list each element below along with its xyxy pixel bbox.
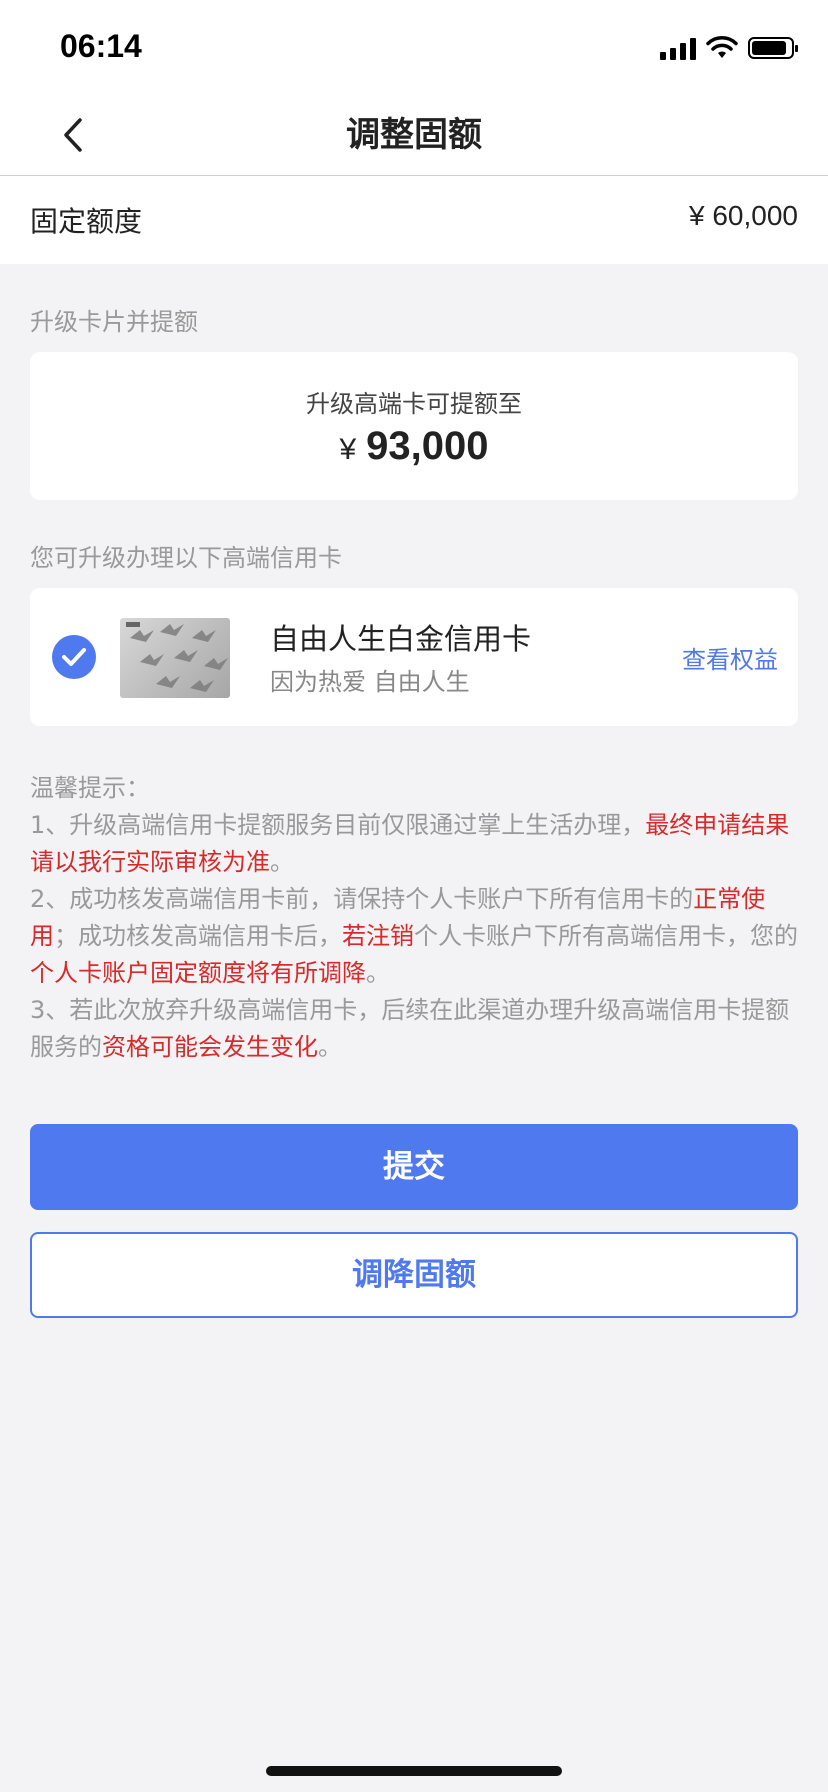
card-option[interactable]: 自由人生白金信用卡 因为热爱 自由人生 查看权益 <box>30 588 798 726</box>
credit-card-image <box>120 618 230 698</box>
status-bar: 06:14 <box>0 0 828 100</box>
view-benefits-link[interactable]: 查看权益 <box>682 640 778 675</box>
tip-highlight: 个人卡账户固定额度将有所调降 <box>30 959 366 987</box>
card-section-title: 您可升级办理以下高端信用卡 <box>30 544 342 572</box>
tip-3: 3、若此次放弃升级高端信用卡，后续在此渠道办理升级高端信用卡提额服务的资格可能会… <box>30 992 798 1066</box>
home-indicator[interactable] <box>266 1766 562 1776</box>
fixed-limit-value: ¥ 60,000 <box>689 200 798 231</box>
tip-text: 个人卡账户下所有高端信用卡，您的 <box>414 922 798 950</box>
tip-text: ；成功核发高端信用卡后， <box>54 922 342 950</box>
reduce-limit-button[interactable]: 调降固额 <box>30 1232 798 1318</box>
upgrade-amount-card: 升级高端卡可提额至 ¥93,000 <box>30 352 798 500</box>
bird-pattern-icon <box>126 622 228 692</box>
fixed-limit-label: 固定额度 <box>30 205 143 238</box>
cellular-signal-icon <box>660 36 696 60</box>
battery-icon <box>748 37 798 59</box>
tip-text: 。 <box>318 1033 342 1061</box>
tip-2: 2、成功核发高端信用卡前，请保持个人卡账户下所有信用卡的正常使用；成功核发高端信… <box>30 881 798 992</box>
tips-section: 温馨提示： 1、升级高端信用卡提额服务目前仅限通过掌上生活办理，最终申请结果请以… <box>30 770 798 1066</box>
upgrade-amount-value: 93,000 <box>366 424 489 468</box>
fixed-limit-row: 固定额度 ¥ 60,000 <box>0 176 828 264</box>
status-icons <box>660 36 798 60</box>
card-name: 自由人生白金信用卡 <box>270 622 532 656</box>
submit-button[interactable]: 提交 <box>30 1124 798 1210</box>
tip-1: 1、升级高端信用卡提额服务目前仅限通过掌上生活办理，最终申请结果请以我行实际审核… <box>30 807 798 881</box>
page-title: 调整固额 <box>346 115 482 155</box>
status-time: 06:14 <box>60 28 142 64</box>
tip-highlight: 资格可能会发生变化 <box>102 1033 318 1061</box>
upgrade-section-title: 升级卡片并提额 <box>30 308 198 336</box>
upgrade-caption: 升级高端卡可提额至 <box>306 390 522 418</box>
tip-text: 2、成功核发高端信用卡前，请保持个人卡账户下所有信用卡的 <box>30 885 694 913</box>
card-slogan: 因为热爱 自由人生 <box>270 668 470 696</box>
tips-heading: 温馨提示： <box>30 774 150 802</box>
wifi-icon <box>706 36 738 58</box>
currency-symbol: ¥ <box>339 433 357 466</box>
navigation-bar: 调整固额 <box>0 100 828 176</box>
tip-text: 。 <box>270 848 294 876</box>
tip-text: 。 <box>366 959 390 987</box>
checked-circle-icon[interactable] <box>52 635 96 679</box>
upgrade-amount: ¥93,000 <box>30 424 798 469</box>
tip-highlight: 若注销 <box>342 922 414 950</box>
tip-text: 1、升级高端信用卡提额服务目前仅限通过掌上生活办理， <box>30 811 646 839</box>
